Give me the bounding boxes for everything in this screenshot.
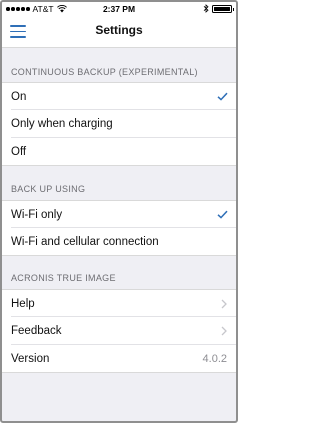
status-right [203, 4, 234, 13]
version-row: Version 4.0.2 [2, 345, 236, 373]
chevron-right-icon [221, 299, 227, 309]
battery-icon [212, 4, 234, 13]
option-label: On [11, 90, 27, 103]
option-label: Only when charging [11, 118, 113, 130]
option-label: Wi-Fi and cellular connection [11, 235, 159, 248]
status-bar: AT&T 2:37 PM [2, 2, 236, 16]
status-time: 2:37 PM [102, 4, 136, 14]
navigation-bar: Settings [2, 16, 236, 48]
feedback-row[interactable]: Feedback [2, 317, 236, 345]
option-backup-on[interactable]: On [2, 82, 236, 110]
chevron-right-icon [221, 326, 227, 336]
option-backup-off[interactable]: Off [2, 138, 236, 166]
section-header-acronis: ACRONIS TRUE IMAGE [11, 273, 116, 283]
option-wifi-only[interactable]: Wi-Fi only [2, 200, 236, 228]
section-header-continuous-backup: CONTINUOUS BACKUP (EXPERIMENTAL) [11, 67, 198, 77]
option-backup-only-when-charging[interactable]: Only when charging [2, 110, 236, 138]
help-label: Help [11, 297, 35, 310]
option-label: Wi-Fi only [11, 208, 63, 221]
help-row[interactable]: Help [2, 289, 236, 317]
option-wifi-and-cellular[interactable]: Wi-Fi and cellular connection [2, 228, 236, 256]
phone-frame: AT&T 2:37 PM Settings CONTINUOUS BACKUP … [0, 0, 238, 423]
page-title: Settings [95, 23, 143, 37]
section-header-back-up-using: BACK UP USING [11, 184, 86, 194]
feedback-label: Feedback [11, 325, 62, 337]
checkmark-icon [217, 92, 228, 101]
version-value: 4.0.2 [202, 353, 227, 365]
bluetooth-icon [203, 4, 209, 13]
version-label: Version [11, 352, 50, 365]
checkmark-icon [217, 210, 228, 219]
option-label: Off [11, 145, 27, 158]
